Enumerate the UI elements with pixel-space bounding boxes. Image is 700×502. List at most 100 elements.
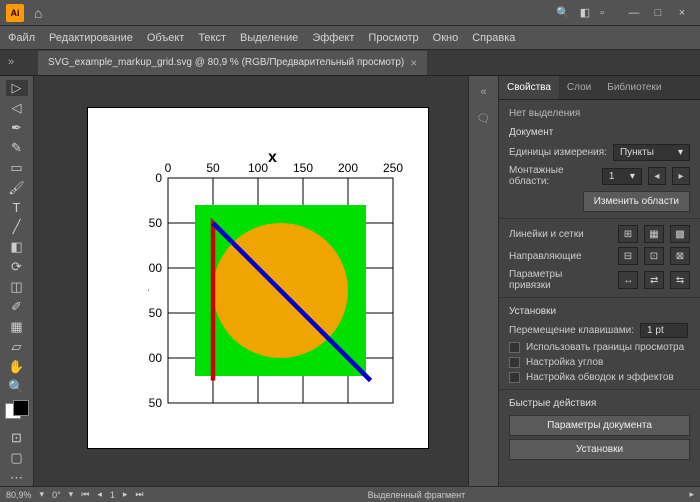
svg-text:200: 200 — [338, 161, 358, 175]
artboard-tool[interactable]: ▱ — [6, 339, 28, 355]
svg-text:100: 100 — [248, 161, 268, 175]
document-tab[interactable]: SVG_example_markup_grid.svg @ 80,9 % (RG… — [38, 51, 427, 75]
svg-text:0: 0 — [165, 161, 172, 175]
doc-setup-button[interactable]: Параметры документа — [509, 415, 690, 436]
search-icon[interactable]: 🔍 — [556, 6, 570, 19]
no-selection-label: Нет выделения — [509, 108, 690, 119]
rotate-tool[interactable]: ⟳ — [6, 259, 28, 275]
direct-selection-tool[interactable]: ◁ — [6, 100, 28, 116]
prev-artboard-button[interactable]: ◂ — [648, 167, 666, 185]
guides-visible[interactable]: ⊟ — [618, 247, 638, 265]
svg-text:150: 150 — [148, 306, 162, 320]
svg-text:50: 50 — [206, 161, 220, 175]
artboard-index[interactable]: 1 — [110, 490, 115, 500]
tab-libraries[interactable]: Библиотеки — [599, 76, 669, 99]
key-inc-label: Перемещение клавишами: — [509, 325, 634, 336]
use-preview-label: Использовать границы просмотра — [526, 342, 684, 353]
menu-object[interactable]: Объект — [147, 32, 184, 44]
gradient-tool[interactable]: ▦ — [6, 319, 28, 335]
menu-window[interactable]: Окно — [433, 32, 459, 44]
x-axis-title: x — [268, 149, 277, 166]
smart-guides[interactable]: ⊠ — [670, 247, 690, 265]
snap-label: Параметры привязки — [509, 269, 606, 291]
prev-artboard-status[interactable]: ◂ — [97, 489, 102, 500]
y-tick-labels: 050100150200250 — [148, 171, 162, 410]
minimize-button[interactable]: — — [622, 3, 646, 23]
scale-strokes-checkbox[interactable] — [509, 372, 520, 383]
first-artboard-button[interactable]: ⏮ — [81, 489, 89, 500]
eyedropper-tool[interactable]: ✐ — [6, 299, 28, 315]
workspace-icon[interactable]: ▫ — [600, 7, 604, 19]
key-inc-input[interactable]: 1 pt — [640, 323, 688, 338]
use-preview-checkbox[interactable] — [509, 342, 520, 353]
menu-edit[interactable]: Редактирование — [49, 32, 133, 44]
pen-tool[interactable]: ✒ — [6, 120, 28, 136]
y-axis-title: y — [148, 285, 149, 302]
svg-content: x y 0 50 100 150 200 250 0 50 100 150 200 250 — [148, 148, 418, 428]
edit-artboards-button[interactable]: Изменить области — [583, 191, 690, 212]
svg-text:50: 50 — [149, 216, 163, 230]
edit-toolbar[interactable]: ⋯ — [6, 470, 28, 486]
snap-point[interactable]: ↔ — [618, 271, 638, 289]
home-icon[interactable]: ⌂ — [34, 5, 42, 21]
shape-builder-tool[interactable]: ◫ — [6, 279, 28, 295]
screen-mode[interactable]: ▢ — [6, 450, 28, 466]
scale-corners-checkbox[interactable] — [509, 357, 520, 368]
color-swatches[interactable] — [5, 403, 29, 416]
draw-mode[interactable]: ⊡ — [6, 430, 28, 446]
next-artboard-button[interactable]: ▸ — [672, 167, 690, 185]
transparency-grid-toggle[interactable]: ▩ — [670, 225, 690, 243]
units-dropdown[interactable]: Пункты▾ — [613, 144, 690, 161]
app-logo: Ai — [6, 4, 24, 22]
document-section: Документ — [509, 127, 690, 138]
menu-file[interactable]: Файл — [8, 32, 35, 44]
quick-actions-section: Быстрые действия — [509, 398, 690, 409]
prefs-section: Установки — [509, 306, 690, 317]
artboards-dropdown[interactable]: 1▾ — [602, 168, 642, 185]
doc-list-icon[interactable]: » — [8, 56, 14, 68]
expand-panel-icon[interactable]: « — [480, 86, 486, 98]
menu-text[interactable]: Текст — [198, 32, 226, 44]
guides-lock[interactable]: ⊡ — [644, 247, 664, 265]
tab-close-icon[interactable]: × — [410, 56, 417, 70]
maximize-button[interactable]: □ — [646, 3, 670, 23]
eraser-tool[interactable]: ◧ — [6, 239, 28, 255]
last-artboard-button[interactable]: ⏭ — [135, 489, 143, 500]
selection-tool[interactable]: ▷ — [6, 80, 28, 96]
menu-effect[interactable]: Эффект — [312, 32, 354, 44]
menu-help[interactable]: Справка — [472, 32, 515, 44]
scale-corners-label: Настройка углов — [526, 357, 603, 368]
menu-view[interactable]: Просмотр — [368, 32, 418, 44]
tab-properties[interactable]: Свойства — [499, 76, 559, 99]
svg-text:250: 250 — [383, 161, 403, 175]
guides-label: Направляющие — [509, 251, 582, 262]
grid-toggle[interactable]: ▦ — [644, 225, 664, 243]
arrange-icon[interactable]: ◧ — [580, 6, 590, 19]
type-tool[interactable]: T — [6, 200, 28, 215]
next-artboard-status[interactable]: ▸ — [123, 489, 128, 500]
svg-text:250: 250 — [148, 396, 162, 410]
svg-text:100: 100 — [148, 261, 162, 275]
ruler-toggle[interactable]: ⊞ — [618, 225, 638, 243]
snap-grid[interactable]: ⇄ — [644, 271, 664, 289]
snap-pixel[interactable]: ⇆ — [670, 271, 690, 289]
comments-icon[interactable]: 🗨 — [477, 112, 491, 125]
x-tick-labels: 0 50 100 150 200 250 — [165, 161, 404, 175]
preferences-button[interactable]: Установки — [509, 439, 690, 460]
tab-title: SVG_example_markup_grid.svg @ 80,9 % (RG… — [48, 57, 404, 68]
zoom-level[interactable]: 80,9% — [6, 490, 32, 500]
brush-tool[interactable]: 🖌 — [6, 180, 28, 196]
close-button[interactable]: × — [670, 3, 694, 23]
menu-select[interactable]: Выделение — [240, 32, 298, 44]
svg-text:150: 150 — [293, 161, 313, 175]
status-mode: Выделенный фрагмент — [152, 490, 682, 500]
hand-tool[interactable]: ✋ — [6, 359, 28, 375]
line-tool[interactable]: ╱ — [6, 219, 28, 235]
zoom-tool[interactable]: 🔍 — [6, 379, 28, 395]
artboard[interactable]: x y 0 50 100 150 200 250 0 50 100 150 200 250 — [88, 108, 428, 448]
tab-layers[interactable]: Слои — [559, 76, 599, 99]
rotate-view[interactable]: 0° — [52, 490, 61, 500]
curvature-tool[interactable]: ✎ — [6, 140, 28, 156]
artboards-label: Монтажные области: — [509, 165, 596, 187]
rectangle-tool[interactable]: ▭ — [6, 160, 28, 176]
